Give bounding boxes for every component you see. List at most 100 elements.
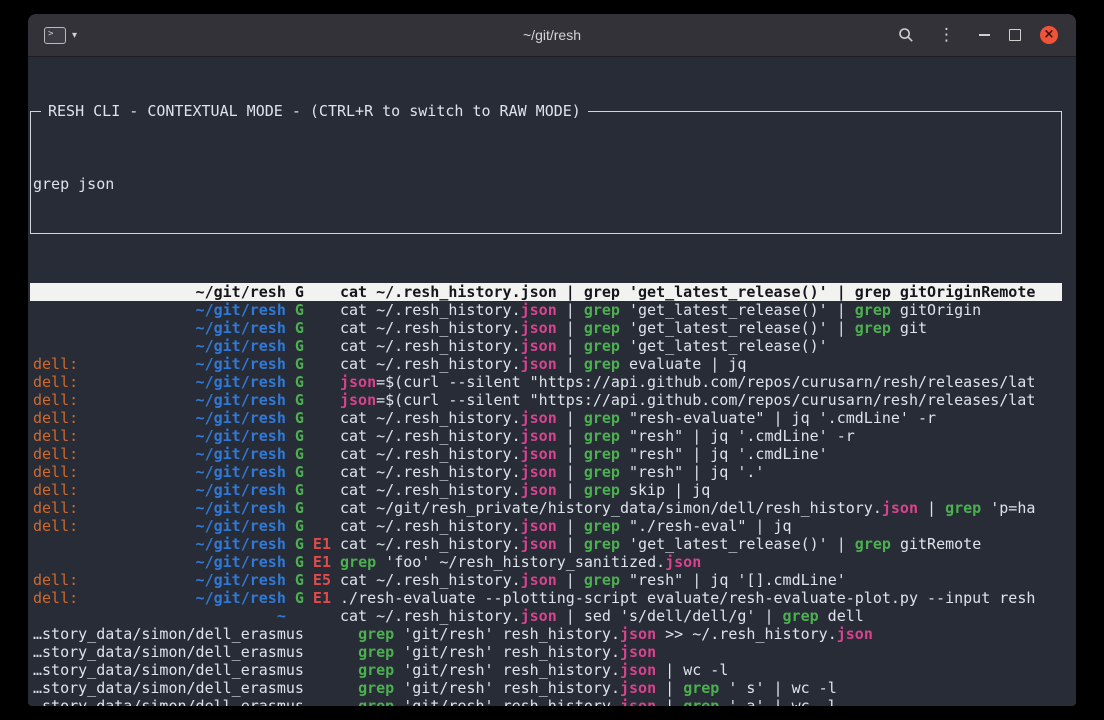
command-fragment: 'get_latest_release()': [620, 337, 828, 355]
command-text: cat ~/.resh_history.json | grep 'get_lat…: [340, 283, 1062, 301]
history-row[interactable]: dell:~/git/reshGjson=$(curl --silent "ht…: [30, 373, 1062, 391]
host-label: …story_data/simon/dell_erasmus: [33, 661, 304, 679]
command-fragment: |: [557, 355, 584, 373]
command-fragment: cat ~/.resh_history.: [340, 301, 521, 319]
directory-label: ~/git/resh: [196, 571, 286, 589]
command-text: cat ~/.resh_history.json | grep "./resh-…: [340, 517, 1062, 535]
history-row[interactable]: dell:~/git/reshGcat ~/.resh_history.json…: [30, 463, 1062, 481]
close-button[interactable]: ×: [1040, 26, 1058, 44]
match-highlight: grep: [683, 679, 719, 697]
command-text: cat ~/.resh_history.json | grep "resh-ev…: [340, 409, 1062, 427]
terminal-body[interactable]: RESH CLI - CONTEXTUAL MODE - (CTRL+R to …: [28, 57, 1076, 706]
host-dir-cell: …story_data/simon/dell_erasmus: [33, 697, 304, 706]
command-fragment: "./resh-eval" | jq: [620, 517, 792, 535]
flag-badge: G: [295, 373, 304, 391]
host-dir-cell: dell:~/git/resh: [33, 445, 286, 463]
match-highlight: grep: [584, 535, 620, 553]
command-fragment: cat ~/.resh_history.: [340, 481, 521, 499]
history-row[interactable]: ~/git/reshG E1grep 'foo' ~/resh_history_…: [30, 553, 1062, 571]
match-highlight: json: [882, 499, 918, 517]
match-highlight: grep: [683, 697, 719, 706]
history-row[interactable]: ~/git/reshGcat ~/.resh_history.json | gr…: [30, 301, 1062, 319]
command-fragment: cat ~/.resh_history.: [340, 283, 521, 301]
match-highlight: grep: [584, 517, 620, 535]
history-row[interactable]: …story_data/simon/dell_erasmus grep 'git/…: [30, 697, 1062, 706]
host-label: dell:: [33, 589, 78, 607]
history-row[interactable]: …story_data/simon/dell_erasmusgrep 'git/…: [30, 625, 1062, 643]
history-row[interactable]: dell:~/git/reshG E1./resh-evaluate --plo…: [30, 589, 1062, 607]
command-fragment: |: [557, 463, 584, 481]
command-fragment: "resh-evaluate" | jq '.cmdLine' -r: [620, 409, 936, 427]
history-row[interactable]: dell:~/git/reshGcat ~/.resh_history.json…: [30, 481, 1062, 499]
flag-badge: G: [295, 499, 304, 517]
command-text: grep 'git/resh' resh_history.json: [358, 643, 1062, 661]
search-query-input[interactable]: grep json: [33, 175, 1055, 193]
flags-cell: [313, 697, 349, 706]
directory-label: ~/git/resh: [196, 517, 286, 535]
command-fragment: | sed 's/dell/dell/g' |: [557, 607, 783, 625]
host-dir-cell: ~/git/resh: [33, 535, 286, 553]
match-highlight: grep: [358, 697, 394, 706]
command-text: cat ~/.resh_history.json | grep 'get_lat…: [340, 337, 1062, 355]
directory-label: ~/git/resh: [196, 355, 286, 373]
history-row[interactable]: …story_data/simon/dell_erasmusgrep 'git/…: [30, 661, 1062, 679]
command-fragment: 'git/resh' resh_history.: [394, 643, 620, 661]
flags-cell: G: [295, 391, 331, 409]
flags-cell: G: [295, 427, 331, 445]
host-dir-cell: dell:~/git/resh: [33, 463, 286, 481]
host-label: …story_data/simon/dell_erasmus: [33, 643, 304, 661]
kebab-menu-icon[interactable]: ⋮: [938, 27, 955, 44]
history-row-selected[interactable]: ~/git/reshGcat ~/.resh_history.json | gr…: [30, 283, 1062, 301]
history-row[interactable]: dell:~/git/reshG E5cat ~/.resh_history.j…: [30, 571, 1062, 589]
minimize-button[interactable]: [979, 34, 990, 36]
flags-cell: G: [295, 445, 331, 463]
command-text: grep 'git/resh' resh_history.json >> ~/.…: [358, 625, 1062, 643]
history-row[interactable]: ~ cat ~/.resh_history.json | sed 's/dell/…: [30, 607, 1062, 625]
host-label: dell:: [33, 391, 78, 409]
command-fragment: gitOriginRemote: [891, 283, 1036, 301]
command-fragment: 'foo' ~/resh_history_sanitized.: [376, 553, 665, 571]
new-terminal-icon[interactable]: [44, 27, 66, 44]
maximize-button[interactable]: [1009, 29, 1021, 41]
command-text: cat ~/.resh_history.json | grep "resh" |…: [340, 427, 1062, 445]
match-highlight: grep: [584, 319, 620, 337]
command-text: grep 'git/resh' resh_history.json | grep…: [358, 697, 1062, 706]
command-text: ./resh-evaluate --plotting-script evalua…: [340, 589, 1062, 607]
history-row[interactable]: dell:~/git/reshGcat ~/.resh_history.json…: [30, 355, 1062, 373]
host-label: dell:: [33, 463, 78, 481]
history-row[interactable]: dell:~/git/reshGcat ~/git/resh_private/h…: [30, 499, 1062, 517]
match-highlight: json: [521, 301, 557, 319]
directory-label: ~/git/resh: [196, 283, 286, 301]
chevron-down-icon[interactable]: ▾: [72, 30, 77, 41]
command-text: cat ~/.resh_history.json | grep evaluate…: [340, 355, 1062, 373]
flag-badge: G: [295, 337, 304, 355]
command-text: json=$(curl --silent "https://api.github…: [340, 373, 1062, 391]
command-fragment: |: [557, 445, 584, 463]
history-row[interactable]: dell:~/git/reshGjson=$(curl --silent "ht…: [30, 391, 1062, 409]
host-dir-cell: ~/git/resh: [33, 337, 286, 355]
history-row[interactable]: dell:~/git/reshGcat ~/.resh_history.json…: [30, 445, 1062, 463]
flag-badge: G: [295, 301, 304, 319]
history-row[interactable]: ~/git/resh Gcat ~/.resh_history.json | gr…: [30, 337, 1062, 355]
flags-cell: G: [295, 355, 331, 373]
match-highlight: json: [340, 391, 376, 409]
directory-label: ~/git/resh: [196, 409, 286, 427]
history-row[interactable]: dell:~/git/reshGcat ~/.resh_history.json…: [30, 409, 1062, 427]
search-icon[interactable]: [898, 27, 914, 43]
host-label: dell:: [33, 373, 78, 391]
host-dir-cell: ~/git/resh: [33, 553, 286, 571]
history-row[interactable]: …story_data/simon/dell_erasmus grep 'git/…: [30, 643, 1062, 661]
command-fragment: ' a' | wc -l: [719, 697, 836, 706]
command-text: cat ~/.resh_history.json | sed 's/dell/d…: [340, 607, 1062, 625]
flags-cell: G: [295, 481, 331, 499]
history-row[interactable]: dell:~/git/reshGcat ~/.resh_history.json…: [30, 427, 1062, 445]
host-dir-cell: dell:~/git/resh: [33, 499, 286, 517]
titlebar[interactable]: ▾ ~/git/resh ⋮ ×: [28, 14, 1076, 57]
history-row[interactable]: ~/git/reshGcat ~/.resh_history.json | gr…: [30, 319, 1062, 337]
flag-badge: G: [295, 535, 304, 553]
directory-label: ~: [277, 607, 286, 625]
history-row[interactable]: …story_data/simon/dell_erasmusgrep 'git/…: [30, 679, 1062, 697]
host-label: …story_data/simon/dell_erasmus: [33, 679, 304, 697]
history-row[interactable]: dell:~/git/reshGcat ~/.resh_history.json…: [30, 517, 1062, 535]
history-row[interactable]: ~/git/reshG E1cat ~/.resh_history.json |…: [30, 535, 1062, 553]
